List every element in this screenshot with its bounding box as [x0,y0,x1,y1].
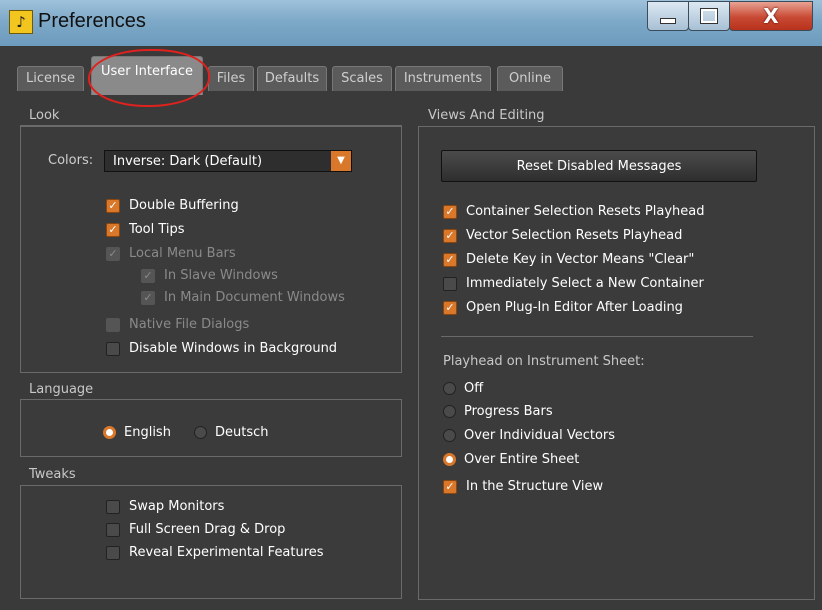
playhead-progress-bars-option[interactable]: Progress Bars [443,404,553,419]
checkbox-icon[interactable]: ✓ [106,198,120,213]
playhead-label: Playhead on Instrument Sheet: [443,354,645,369]
checkbox-icon[interactable] [106,522,120,537]
full-screen-drag-option[interactable]: Full Screen Drag & Drop [106,522,285,537]
checkbox-icon: ✓ [141,290,155,305]
tweaks-header: Tweaks [29,467,76,482]
tab-license[interactable]: License [17,66,84,91]
delete-key-option[interactable]: ✓ Delete Key in Vector Means "Clear" [443,252,694,267]
tab-instruments[interactable]: Instruments [395,66,491,91]
colors-label: Colors: [48,153,94,168]
immediately-select-option[interactable]: Immediately Select a New Container [443,276,704,291]
preferences-window: ♪ Preferences X License User Interface F… [0,0,822,610]
colors-select[interactable]: Inverse: Dark (Default) ▼ [104,150,352,172]
in-main-document-windows-option: ✓ In Main Document Windows [141,290,345,305]
playhead-progress-bars-label: Progress Bars [464,404,553,419]
checkbox-icon[interactable] [443,276,457,291]
views-editing-header: Views And Editing [428,108,545,123]
radio-icon[interactable] [443,429,456,442]
local-menu-bars-label: Local Menu Bars [129,246,236,261]
minimize-button[interactable] [647,1,689,31]
checkbox-icon[interactable]: ✓ [443,479,457,494]
radio-icon[interactable] [443,405,456,418]
open-plugin-editor-option[interactable]: ✓ Open Plug-In Editor After Loading [443,300,683,315]
checkbox-icon[interactable]: ✓ [443,204,457,219]
tab-defaults[interactable]: Defaults [257,66,327,91]
language-header: Language [29,382,94,397]
radio-icon[interactable] [443,453,456,466]
container-selection-option[interactable]: ✓ Container Selection Resets Playhead [443,204,705,219]
maximize-icon [700,8,718,24]
native-file-dialogs-label: Native File Dialogs [129,317,250,332]
checkbox-icon[interactable]: ✓ [443,228,457,243]
local-menu-bars-option: ✓ Local Menu Bars [106,246,236,261]
close-button[interactable]: X [729,1,813,31]
checkbox-icon: ✓ [106,246,120,261]
look-header: Look [29,108,60,123]
structure-view-option[interactable]: ✓ In the Structure View [443,479,603,494]
close-icon: X [763,4,779,28]
checkbox-icon [106,317,120,332]
tab-files[interactable]: Files [208,66,254,91]
colors-select-value: Inverse: Dark (Default) [113,154,263,169]
in-slave-windows-option: ✓ In Slave Windows [141,268,278,283]
playhead-entire-sheet-label: Over Entire Sheet [464,452,580,467]
reset-disabled-messages-button[interactable]: Reset Disabled Messages [441,150,757,182]
maximize-button[interactable] [688,1,730,31]
checkbox-icon[interactable] [106,545,120,560]
tab-scales[interactable]: Scales [332,66,392,91]
disable-windows-label: Disable Windows in Background [129,341,338,356]
checkbox-icon[interactable]: ✓ [443,252,457,267]
vector-selection-label: Vector Selection Resets Playhead [466,228,683,243]
radio-icon[interactable] [443,382,456,395]
radio-icon[interactable] [194,426,207,439]
colors-row: Colors: [48,153,93,168]
swap-monitors-label: Swap Monitors [129,499,225,514]
checkbox-icon[interactable] [106,499,120,514]
playhead-off-label: Off [464,381,484,396]
window-title: Preferences [38,10,146,32]
playhead-individual-vectors-option[interactable]: Over Individual Vectors [443,428,615,443]
dropdown-arrow-icon: ▼ [331,151,351,171]
delete-key-label: Delete Key in Vector Means "Clear" [466,252,695,267]
tab-online[interactable]: Online [497,66,563,91]
playhead-individual-vectors-label: Over Individual Vectors [464,428,616,443]
disable-windows-option[interactable]: Disable Windows in Background [106,341,337,356]
structure-view-label: In the Structure View [466,479,604,494]
title-bar[interactable]: ♪ Preferences X [0,0,822,47]
language-english-option[interactable]: English [103,425,171,440]
reveal-experimental-option[interactable]: Reveal Experimental Features [106,545,324,560]
open-plugin-editor-label: Open Plug-In Editor After Loading [466,300,683,315]
checkbox-icon[interactable]: ✓ [443,300,457,315]
full-screen-drag-label: Full Screen Drag & Drop [129,522,286,537]
immediately-select-label: Immediately Select a New Container [466,276,704,291]
radio-icon[interactable] [103,426,116,439]
minimize-icon [660,18,676,24]
tool-tips-label: Tool Tips [129,222,185,237]
in-main-document-windows-label: In Main Document Windows [164,290,345,305]
double-buffering-option[interactable]: ✓ Double Buffering [106,198,239,213]
tool-tips-option[interactable]: ✓ Tool Tips [106,222,185,237]
reveal-experimental-label: Reveal Experimental Features [129,545,324,560]
language-deutsch-option[interactable]: Deutsch [194,425,269,440]
native-file-dialogs-option: Native File Dialogs [106,317,249,332]
views-divider [441,336,753,337]
red-annotation-circle [88,49,210,107]
playhead-off-option[interactable]: Off [443,381,483,396]
english-label: English [124,425,171,440]
double-buffering-label: Double Buffering [129,198,239,213]
app-icon: ♪ [9,10,33,34]
in-slave-windows-label: In Slave Windows [164,268,278,283]
checkbox-icon: ✓ [141,268,155,283]
swap-monitors-option[interactable]: Swap Monitors [106,499,224,514]
playhead-entire-sheet-option[interactable]: Over Entire Sheet [443,452,579,467]
container-selection-label: Container Selection Resets Playhead [466,204,705,219]
vector-selection-option[interactable]: ✓ Vector Selection Resets Playhead [443,228,682,243]
checkbox-icon[interactable] [106,341,120,356]
checkbox-icon[interactable]: ✓ [106,222,120,237]
deutsch-label: Deutsch [215,425,269,440]
